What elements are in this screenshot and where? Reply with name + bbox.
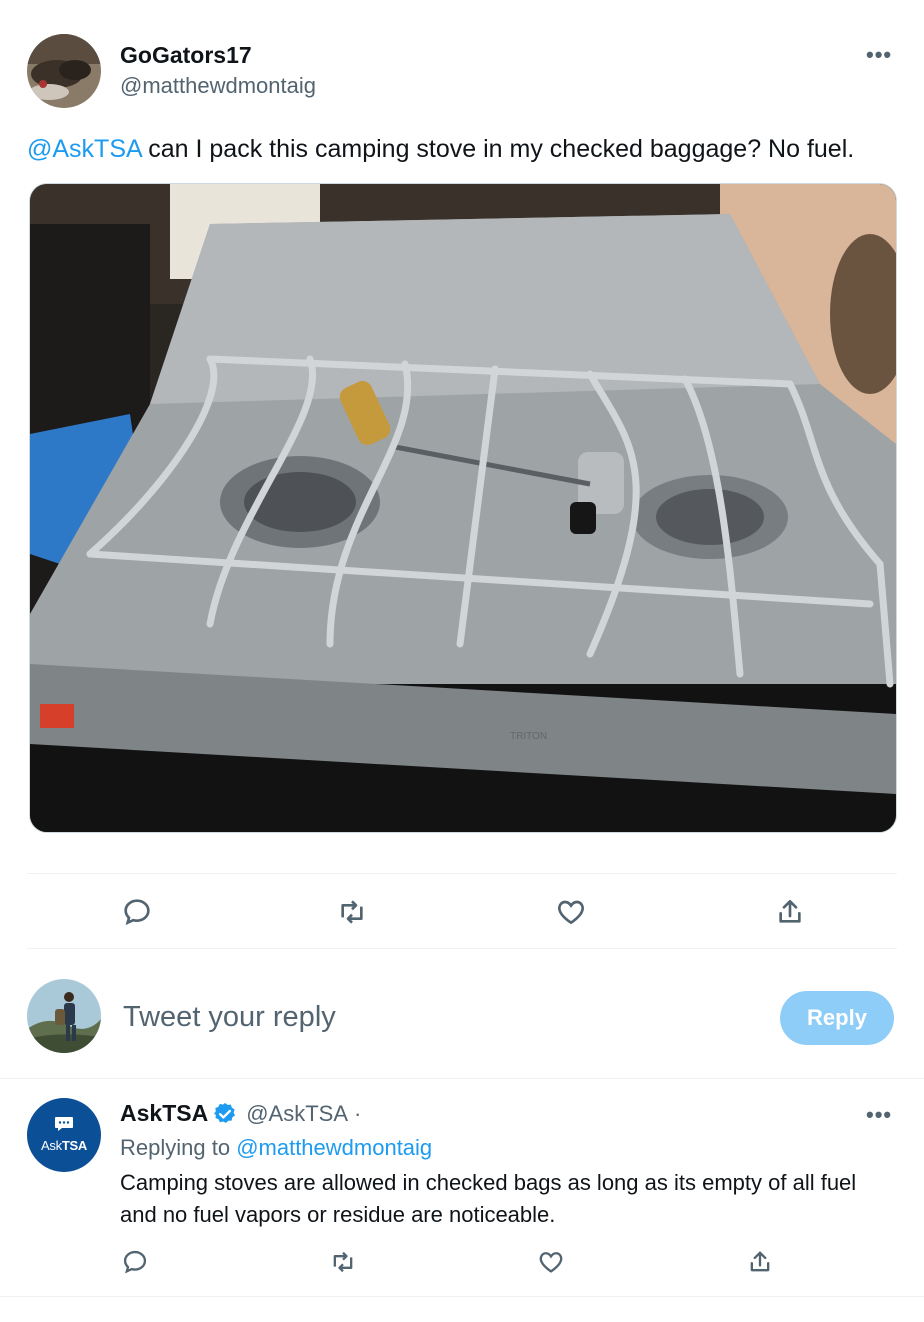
avatar-label: AskTSA: [41, 1138, 87, 1153]
reply-author-avatar[interactable]: AskTSA: [27, 1098, 101, 1172]
current-user-avatar[interactable]: [27, 979, 101, 1053]
author-handle[interactable]: @matthewdmontaig: [120, 73, 316, 99]
chat-bubble-icon: [55, 1117, 73, 1131]
author-avatar[interactable]: [27, 34, 101, 108]
reply-author-handle[interactable]: @AskTSA: [246, 1101, 348, 1127]
author-avatar-image: [27, 34, 101, 108]
reply-input[interactable]: [123, 997, 723, 1037]
reply-reply-button[interactable]: [115, 1242, 155, 1282]
reply-author-name[interactable]: AskTSA: [120, 1100, 208, 1127]
verified-badge-icon: [214, 1102, 236, 1123]
tweet-body: can I pack this camping stove in my chec…: [141, 135, 855, 163]
reply-text: Camping stoves are allowed in checked ba…: [120, 1170, 857, 1227]
more-options-button[interactable]: •••: [866, 42, 892, 68]
reply-header: AskTSA @AskTSA ·: [120, 1100, 361, 1127]
share-button[interactable]: [770, 892, 810, 932]
reply-submit-button[interactable]: Reply: [780, 991, 894, 1045]
share-icon: [750, 1251, 770, 1272]
share-icon: [779, 900, 801, 923]
replying-to-link[interactable]: @matthewdmontaig: [236, 1135, 432, 1160]
header-separator: ·: [354, 1100, 362, 1126]
retweet-button[interactable]: [332, 892, 372, 932]
camping-stove-photo: TRITON: [30, 184, 896, 832]
replying-to: Replying to @matthewdmontaig: [120, 1135, 432, 1161]
replying-to-prefix: Replying to: [120, 1135, 237, 1160]
reply-button[interactable]: [117, 892, 157, 932]
reply-more-options-button[interactable]: •••: [866, 1102, 892, 1128]
like-icon: [539, 1252, 563, 1273]
tweet-text: @AskTSA can I pack this camping stove in…: [27, 132, 907, 166]
mention-link[interactable]: @AskTSA: [27, 135, 141, 163]
reply-like-button[interactable]: [531, 1242, 571, 1282]
reply-icon: [123, 1250, 147, 1274]
svg-text:TRITON: TRITON: [510, 731, 547, 742]
reply-retweet-button[interactable]: [323, 1242, 363, 1282]
author-name[interactable]: GoGators17: [120, 42, 252, 69]
like-button[interactable]: [551, 892, 591, 932]
tweet-media[interactable]: TRITON: [29, 183, 897, 833]
like-icon: [558, 900, 584, 925]
current-user-avatar-image: [27, 979, 101, 1053]
reply-icon: [124, 899, 150, 926]
reply-share-button[interactable]: [740, 1242, 780, 1282]
retweet-icon: [333, 1251, 353, 1273]
retweet-icon: [341, 900, 363, 924]
